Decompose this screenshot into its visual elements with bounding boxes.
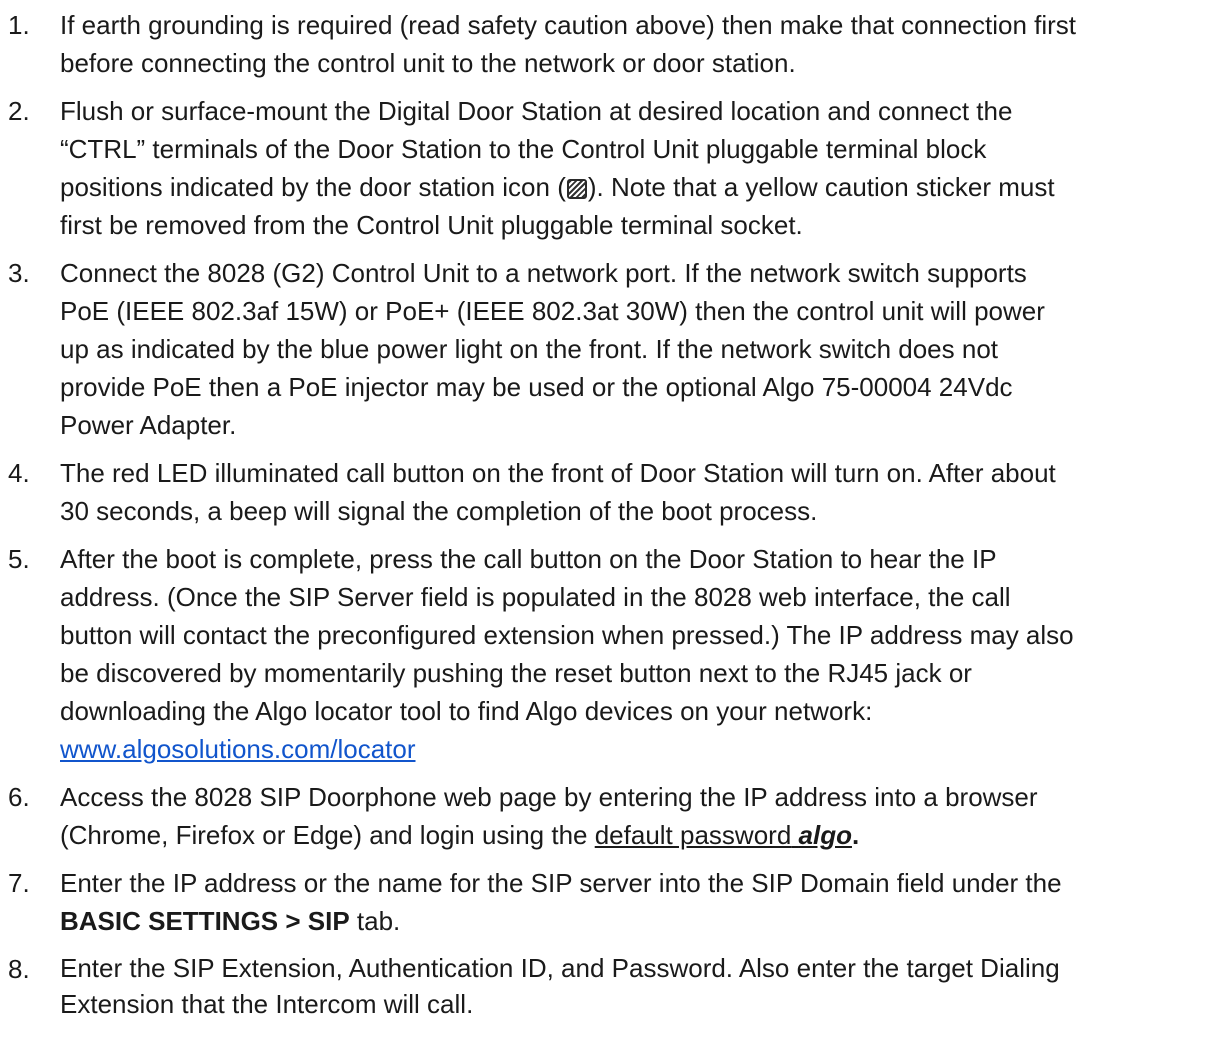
step-number: 3. [8,258,30,288]
door-station-icon [566,179,587,199]
step-text-line: button will contact the preconfigured ex… [60,620,1074,650]
step-number: 5. [8,544,30,574]
step-number: 4. [8,458,30,488]
step-text-line-with-icon: positions indicated by the door station … [60,168,1207,206]
step-text: (Chrome, Firefox or Edge) and login usin… [60,820,595,850]
step-number: 1. [8,10,30,40]
locator-link[interactable]: www.algosolutions.com/locator [60,734,416,764]
step-text: ). Note that a yellow caution sticker mu… [587,172,1055,202]
step-text-line: before connecting the control unit to th… [60,48,796,78]
step-text-line: Enter the IP address or the name for the… [60,868,1062,898]
step-text-line: up as indicated by the blue power light … [60,334,999,364]
settings-path: BASIC SETTINGS > SIP [60,906,350,936]
list-item-step-6: 6. Access the 8028 SIP Doorphone web pag… [0,778,1215,854]
step-text-line: “CTRL” terminals of the Door Station to … [60,134,987,164]
step-text-line: address. (Once the SIP Server field is p… [60,582,1011,612]
default-password-label: default password [594,820,792,850]
step-text-line: The red LED illuminated call button on t… [60,458,1056,488]
list-item-step-8: 8. Enter the SIP Extension, Authenticati… [0,950,1215,1022]
list-item-step-1: 1. If earth grounding is required (read … [0,6,1215,82]
step-text-line: If earth grounding is required (read saf… [60,10,1077,40]
default-password-value: algo [798,820,852,850]
step-number: 2. [8,96,30,126]
step-text-line: Connect the 8028 (G2) Control Unit to a … [60,258,1027,288]
list-item-step-3: 3. Connect the 8028 (G2) Control Unit to… [0,254,1215,444]
step-text-line: downloading the Algo locator tool to fin… [60,696,873,726]
step-text-line: Power Adapter. [60,410,237,440]
list-item-step-4: 4. The red LED illuminated call button o… [0,454,1215,530]
step-text-line: Access the 8028 SIP Doorphone web page b… [60,782,1038,812]
step-text-line: Flush or surface-mount the Digital Door … [60,96,1013,126]
step-text-line: BASIC SETTINGS > SIP tab. [60,902,1207,940]
step-text-line: be discovered by momentarily pushing the… [60,658,972,688]
link-line: www.algosolutions.com/locator [60,730,1207,768]
instruction-list: 1. If earth grounding is required (read … [0,6,1215,1032]
step-text-line: provide PoE then a PoE injector may be u… [60,372,1013,402]
step-text-line: Extension that the Intercom will call. [60,989,474,1019]
step-number: 7. [8,868,30,898]
step-text-line: After the boot is complete, press the ca… [60,544,997,574]
step-text: positions indicated by the door station … [60,172,566,202]
step-text-line: Enter the SIP Extension, Authentication … [60,953,1060,983]
step-text-line: (Chrome, Firefox or Edge) and login usin… [60,816,1207,854]
list-item-step-5: 5. After the boot is complete, press the… [0,540,1215,768]
step-number: 6. [8,782,30,812]
step-text-line: first be removed from the Control Unit p… [60,210,803,240]
list-item-step-2: 2. Flush or surface-mount the Digital Do… [0,92,1215,244]
step-text-line: PoE (IEEE 802.3af 15W) or PoE+ (IEEE 802… [60,296,1045,326]
step-text: tab. [349,906,401,936]
step-number: 8. [8,954,30,984]
step-text-line: 30 seconds, a beep will signal the compl… [60,496,818,526]
list-item-step-7: 7. Enter the IP address or the name for … [0,864,1215,940]
period: . [851,820,860,850]
